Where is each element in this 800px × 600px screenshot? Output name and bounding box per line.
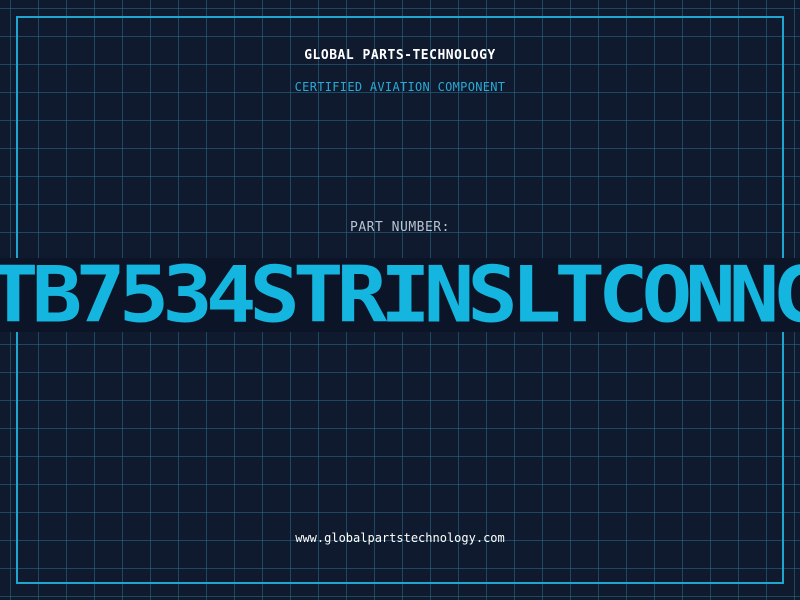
part-number-label: PART NUMBER: [350,220,450,235]
part-number-value: TB7534STRINSLTCONNC [0,258,800,332]
part-number-band: TB7534STRINSLTCONNC [0,258,800,332]
certification-subtitle: CERTIFIED AVIATION COMPONENT [294,80,506,94]
company-name: GLOBAL PARTS-TECHNOLOGY [304,48,496,63]
website-link[interactable]: www.globalpartstechnology.com [0,531,800,545]
